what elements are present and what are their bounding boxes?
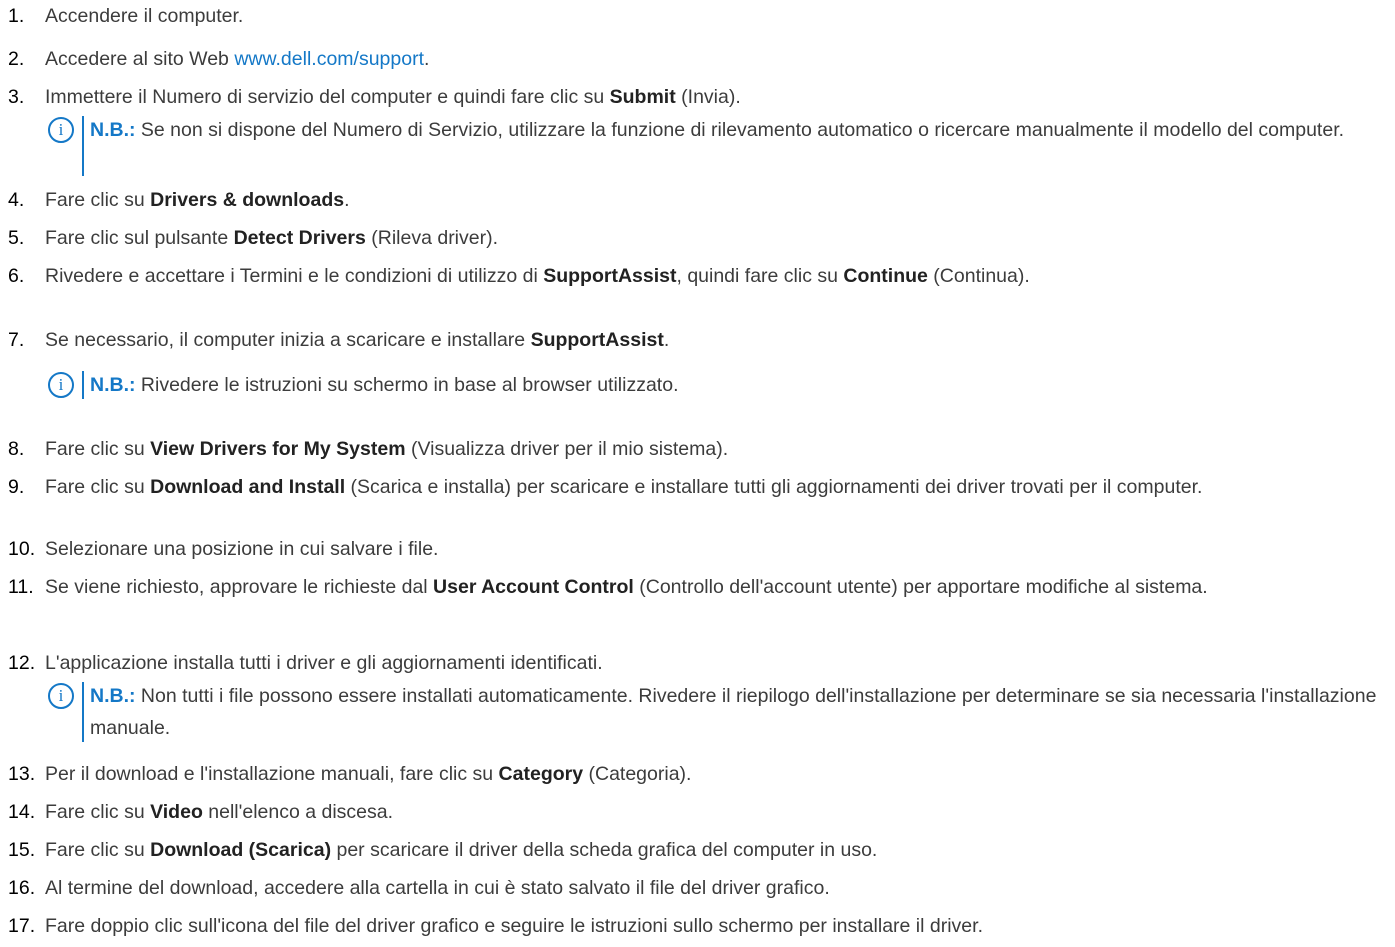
ui-term: Continue (843, 265, 928, 287)
step-text: Fare clic sul pulsante Detect Drivers (R… (45, 222, 1393, 254)
note-box: i N.B.: Se non si dispone del Numero di S… (48, 114, 1391, 178)
step-number: 16. (8, 877, 36, 899)
step-number: 8. (8, 438, 25, 460)
step-text-segment: per scaricare il driver della scheda gra… (331, 839, 878, 861)
info-icon: i (48, 372, 74, 398)
step-text: Accendere il computer. (45, 0, 1393, 32)
step-text-segment: Per il download e l'installazione manual… (45, 763, 499, 785)
note-body: Se non si dispone del Numero di Servizio… (135, 119, 1345, 141)
step-text-segment: Fare clic sul pulsante (45, 227, 234, 249)
note-label: N.B.: (90, 685, 136, 707)
step-text: Rivedere e accettare i Termini e le cond… (45, 260, 1393, 292)
step-text: Accedere al sito Web www.dell.com/suppor… (45, 43, 1393, 75)
step-text-segment: Selezionare una posizione in cui salvare… (45, 538, 439, 560)
step-number: 11. (8, 576, 34, 598)
step-number: 15. (8, 839, 36, 861)
ui-term: Download and Install (150, 476, 346, 498)
info-icon: i (48, 117, 74, 143)
step-text: Fare doppio clic sull'icona del file del… (45, 910, 1393, 942)
note-label: N.B.: (90, 119, 136, 141)
note-body: Non tutti i file possono essere installa… (90, 685, 1377, 739)
step-text-segment: . (344, 189, 350, 211)
step-text-segment: . (663, 329, 670, 351)
step-number: 7. (8, 329, 25, 351)
ui-term: Submit (609, 86, 676, 108)
step-number: 1. (8, 5, 25, 27)
step-text: Fare clic su Video nell'elenco a discesa… (45, 796, 1393, 828)
step-text-segment: Fare clic su (45, 476, 151, 498)
step-number: 17. (8, 915, 36, 937)
ui-term: Category (498, 763, 584, 785)
step-text-segment: (Scarica e installa) per scaricare e ins… (345, 476, 1203, 498)
support-link[interactable]: www.dell.com/support (234, 48, 424, 70)
info-icon: i (48, 683, 74, 709)
note-divider (82, 371, 84, 399)
step-text-segment: . (424, 48, 430, 70)
step-text: Fare clic su Download and Install (Scari… (45, 471, 1393, 503)
step-text-segment: (Continua). (927, 265, 1030, 287)
step-number: 12. (8, 652, 36, 674)
ui-term: User Account Control (433, 576, 634, 598)
step-text-segment: Fare doppio clic sull'icona del file del… (45, 915, 983, 937)
step-text: L'applicazione installa tutti i driver e… (45, 647, 1393, 679)
step-text-segment: Fare clic su (45, 438, 151, 460)
step-text-segment: Fare clic su (45, 801, 151, 823)
step-text-segment: Se necessario, il computer inizia a scar… (45, 329, 531, 351)
step-number: 5. (8, 227, 25, 249)
step-text-segment: Accendere il computer. (45, 5, 244, 27)
step-text-segment: Se viene richiesto, approvare le richies… (45, 576, 434, 598)
step-text: Se viene richiesto, approvare le richies… (45, 571, 1393, 603)
step-text-segment: L'applicazione installa tutti i driver e… (45, 652, 603, 674)
note-label: N.B.: (90, 374, 136, 396)
ui-term: Detect Drivers (233, 227, 366, 249)
note-divider (82, 682, 84, 742)
note-box: i N.B.: Non tutti i file possono essere i… (48, 680, 1391, 744)
note-text: N.B.: Se non si dispone del Numero di Se… (90, 114, 1391, 146)
ui-term: Drivers & downloads (150, 189, 345, 211)
step-text: Al termine del download, accedere alla c… (45, 872, 1393, 904)
step-text-segment: Fare clic su (45, 189, 151, 211)
step-number: 13. (8, 763, 36, 785)
step-number: 4. (8, 189, 25, 211)
step-number: 10. (8, 538, 36, 560)
note-text: N.B.: Non tutti i file possono essere in… (90, 680, 1391, 744)
step-number: 3. (8, 86, 25, 108)
ui-term: SupportAssist (543, 265, 677, 287)
step-text-segment: (Visualizza driver per il mio sistema). (405, 438, 729, 460)
step-number: 14. (8, 801, 36, 823)
ui-term: Video (150, 801, 203, 823)
step-text-segment: (Controllo dell'account utente) per appo… (633, 576, 1208, 598)
step-text-segment: Rivedere e accettare i Termini e le cond… (45, 265, 544, 287)
ui-term: SupportAssist (530, 329, 664, 351)
note-divider (82, 116, 84, 176)
step-text: Fare clic su Drivers & downloads. (45, 184, 1393, 216)
note-text: N.B.: Rivedere le istruzioni su schermo … (90, 369, 1391, 401)
step-text-segment: (Invia). (675, 86, 741, 108)
step-text-segment: nell'elenco a discesa. (202, 801, 394, 823)
step-text: Se necessario, il computer inizia a scar… (45, 324, 1393, 356)
step-number: 6. (8, 265, 25, 287)
step-text-segment: Accedere al sito Web (45, 48, 235, 70)
step-text: Fare clic su Download (Scarica) per scar… (45, 834, 1393, 866)
step-text: Immettere il Numero di servizio del comp… (45, 81, 1393, 113)
step-text-segment: , quindi fare clic su (676, 265, 844, 287)
note-body: Rivedere le istruzioni su schermo in bas… (135, 374, 679, 396)
step-text-segment: (Categoria). (583, 763, 692, 785)
note-box: i N.B.: Rivedere le istruzioni su schermo… (48, 369, 1391, 401)
step-number: 9. (8, 476, 25, 498)
step-text: Selezionare una posizione in cui salvare… (45, 533, 1393, 565)
step-text-segment: (Rileva driver). (365, 227, 499, 249)
ui-term: View Drivers for My System (150, 438, 406, 460)
step-text: Per il download e l'installazione manual… (45, 758, 1393, 790)
ui-term: Download (Scarica) (150, 839, 332, 861)
step-text-segment: Immettere il Numero di servizio del comp… (45, 86, 610, 108)
step-text-segment: Al termine del download, accedere alla c… (45, 877, 830, 899)
step-text: Fare clic su View Drivers for My System … (45, 433, 1393, 465)
step-number: 2. (8, 48, 25, 70)
step-text-segment: Fare clic su (45, 839, 151, 861)
